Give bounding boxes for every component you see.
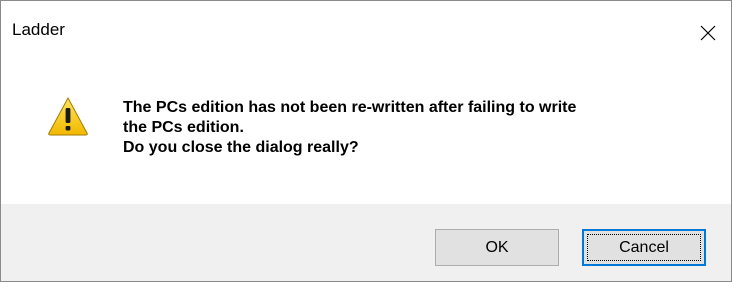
dialog-content: The PCs edition has not been re-written … — [1, 64, 731, 204]
warning-triangle-icon — [48, 96, 88, 136]
window-title: Ladder — [12, 20, 65, 39]
ok-button[interactable]: OK — [435, 229, 559, 266]
title-bar[interactable]: Ladder — [1, 1, 731, 64]
dialog-message: The PCs edition has not been re-written … — [123, 98, 576, 158]
cancel-button-label: Cancel — [619, 238, 669, 256]
message-line: Do you close the dialog really? — [123, 139, 359, 156]
cancel-button[interactable]: Cancel — [582, 229, 706, 266]
close-button[interactable] — [685, 1, 731, 64]
button-bar: OK Cancel — [1, 204, 731, 281]
message-line: the PCs edition. — [123, 119, 244, 136]
close-x-icon — [700, 25, 716, 40]
message-line: The PCs edition has not been re-written … — [123, 99, 577, 116]
ok-button-label: OK — [485, 238, 509, 256]
message-dialog: Ladder The PCs edition has not been re-w… — [0, 0, 732, 282]
